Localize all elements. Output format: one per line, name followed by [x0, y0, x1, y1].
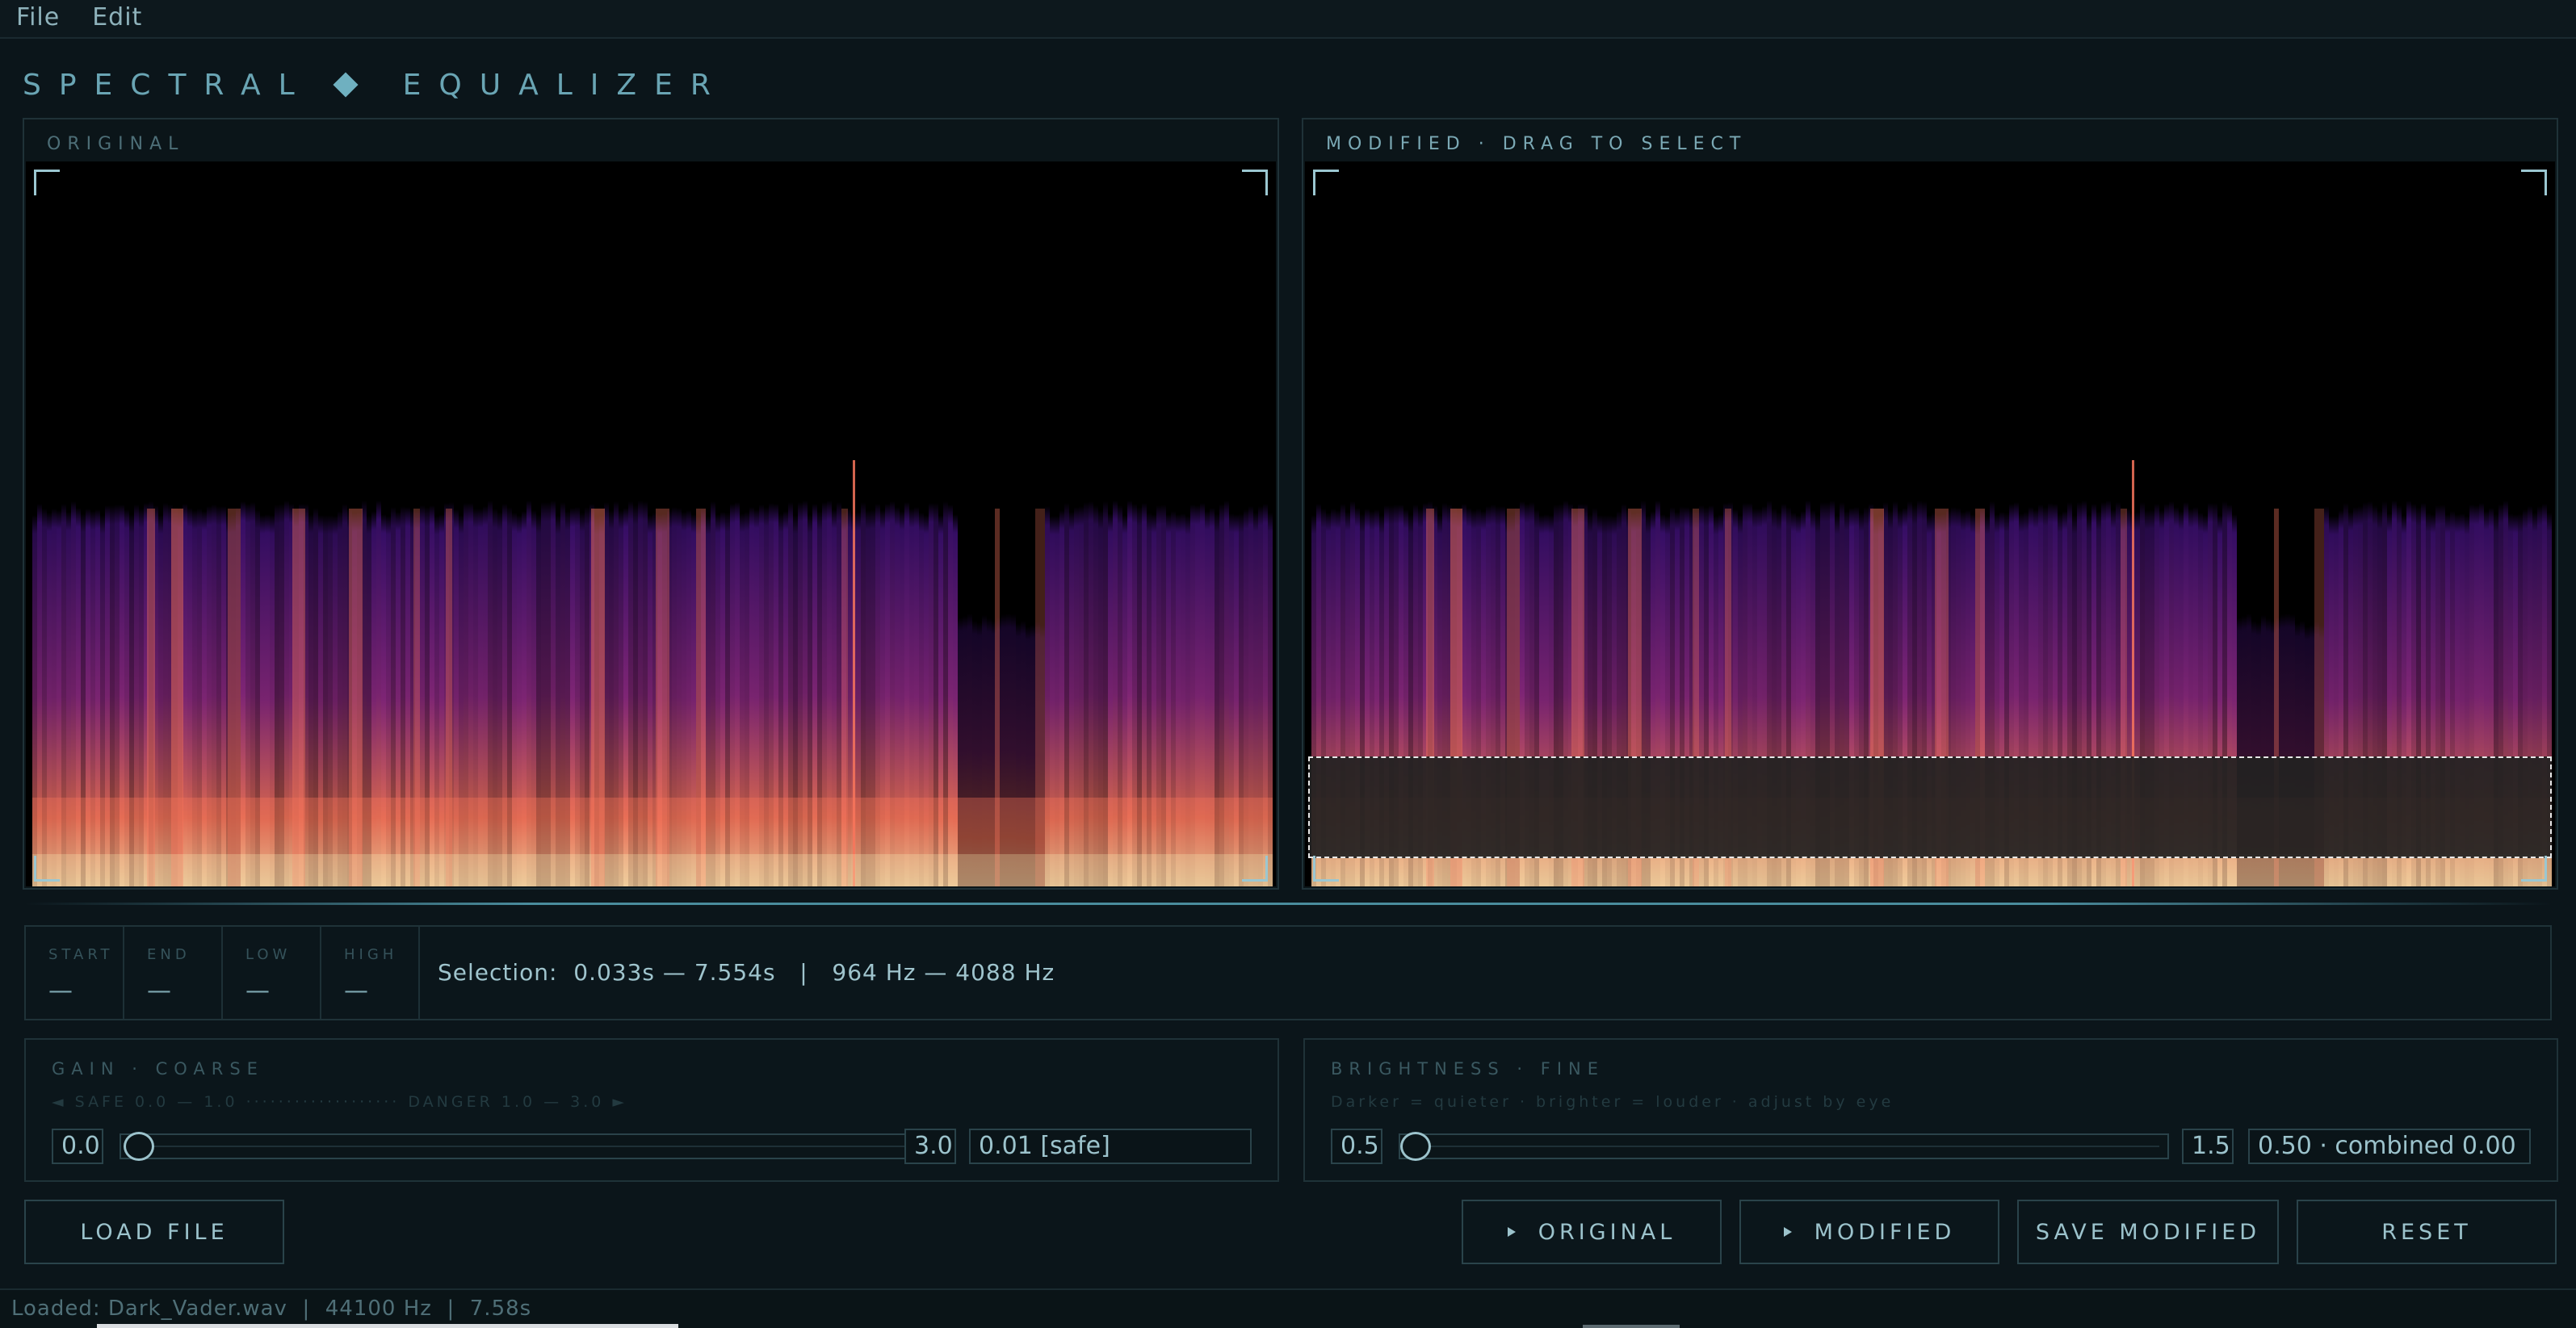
corner-marker — [1313, 170, 1339, 195]
load-file-label: LOAD FILE — [80, 1219, 229, 1245]
menu-bar: File Edit — [0, 0, 2576, 39]
high-label: HIGH — [344, 946, 398, 963]
brightness-slider[interactable] — [1399, 1132, 2169, 1161]
end-label: END — [147, 946, 191, 963]
high-cell: HIGH — — [321, 927, 420, 1019]
gain-slider[interactable] — [120, 1132, 914, 1161]
corner-marker — [34, 856, 60, 882]
modified-panel-label: MODIFIED · DRAG TO SELECT — [1326, 134, 1747, 154]
selection-info-bar: START — END — LOW — HIGH — Selection: 0.… — [24, 925, 2552, 1020]
gain-panel: GAIN · COARSE ◄ SAFE 0.0 — 1.0 ·········… — [24, 1038, 1279, 1182]
corner-marker — [34, 170, 60, 195]
corner-marker — [1242, 856, 1268, 882]
corner-marker — [1242, 170, 1268, 195]
play-icon — [1507, 1227, 1516, 1237]
end-cell: END — — [124, 927, 223, 1019]
gain-min-value: 0.0 — [52, 1129, 103, 1164]
reset-label: RESET — [2381, 1219, 2472, 1245]
modified-spectrogram[interactable] — [1305, 161, 2555, 886]
corner-marker — [2521, 170, 2547, 195]
status-text: Loaded: Dark_Vader.wav | 44100 Hz | 7.58… — [11, 1297, 532, 1321]
gain-title: GAIN · COARSE — [52, 1059, 264, 1079]
menu-edit[interactable]: Edit — [76, 0, 158, 38]
end-value: — — [147, 977, 171, 1005]
selection-rectangle[interactable] — [1308, 756, 2552, 858]
brightness-readout: 0.50 · combined 0.00 — [2248, 1129, 2531, 1164]
start-label: START — [48, 946, 114, 963]
brightness-min-value: 0.5 — [1331, 1129, 1382, 1164]
gain-max-value: 3.0 — [904, 1129, 956, 1164]
progress-indicator — [97, 1324, 678, 1328]
selection-readout: Selection: 0.033s — 7.554s | 964 Hz — 40… — [438, 959, 1055, 986]
brightness-panel: BRIGHTNESS · FINE Darker = quieter · bri… — [1303, 1038, 2558, 1182]
play-modified-label: MODIFIED — [1814, 1219, 1956, 1245]
status-bar: Loaded: Dark_Vader.wav | 44100 Hz | 7.58… — [0, 1288, 2576, 1328]
play-icon — [1783, 1227, 1792, 1237]
play-original-label: ORIGINAL — [1538, 1219, 1676, 1245]
corner-marker — [1313, 856, 1339, 882]
brightness-title: BRIGHTNESS · FINE — [1331, 1059, 1605, 1079]
play-modified-button[interactable]: MODIFIED — [1739, 1200, 1999, 1264]
start-value: — — [48, 977, 73, 1005]
save-modified-button[interactable]: SAVE MODIFIED — [2017, 1200, 2279, 1264]
low-label: LOW — [245, 946, 292, 963]
app-title: SPECTRAL EQUALIZER — [23, 65, 728, 105]
high-value: — — [344, 977, 368, 1005]
menu-file[interactable]: File — [0, 0, 76, 38]
original-spectrogram-image — [26, 161, 1276, 886]
diamond-icon — [333, 72, 359, 98]
original-panel-label: ORIGINAL — [47, 134, 185, 154]
corner-marker — [2521, 856, 2547, 882]
load-file-button[interactable]: LOAD FILE — [24, 1200, 284, 1264]
app-title-left: SPECTRAL — [23, 68, 313, 102]
start-cell: START — — [26, 927, 124, 1019]
gain-slider-thumb[interactable] — [123, 1132, 154, 1161]
low-value: — — [245, 977, 270, 1005]
brightness-slider-thumb[interactable] — [1400, 1132, 1431, 1161]
modified-panel: MODIFIED · DRAG TO SELECT — [1302, 118, 2558, 890]
brightness-hint: Darker = quieter · brighter = louder · a… — [1331, 1093, 1894, 1111]
low-cell: LOW — — [223, 927, 321, 1019]
original-panel: ORIGINAL — [23, 118, 1279, 890]
save-modified-label: SAVE MODIFIED — [2035, 1219, 2261, 1245]
original-spectrogram — [26, 161, 1276, 886]
app-title-right: EQUALIZER — [402, 68, 728, 102]
play-original-button[interactable]: ORIGINAL — [1462, 1200, 1722, 1264]
gain-readout: 0.01 [safe] — [969, 1129, 1252, 1164]
divider — [24, 903, 2552, 905]
brightness-max-value: 1.5 — [2182, 1129, 2234, 1164]
gain-hint: ◄ SAFE 0.0 — 1.0 ··················· DAN… — [52, 1093, 628, 1111]
reset-button[interactable]: RESET — [2297, 1200, 2557, 1264]
scroll-indicator — [1583, 1325, 1680, 1328]
